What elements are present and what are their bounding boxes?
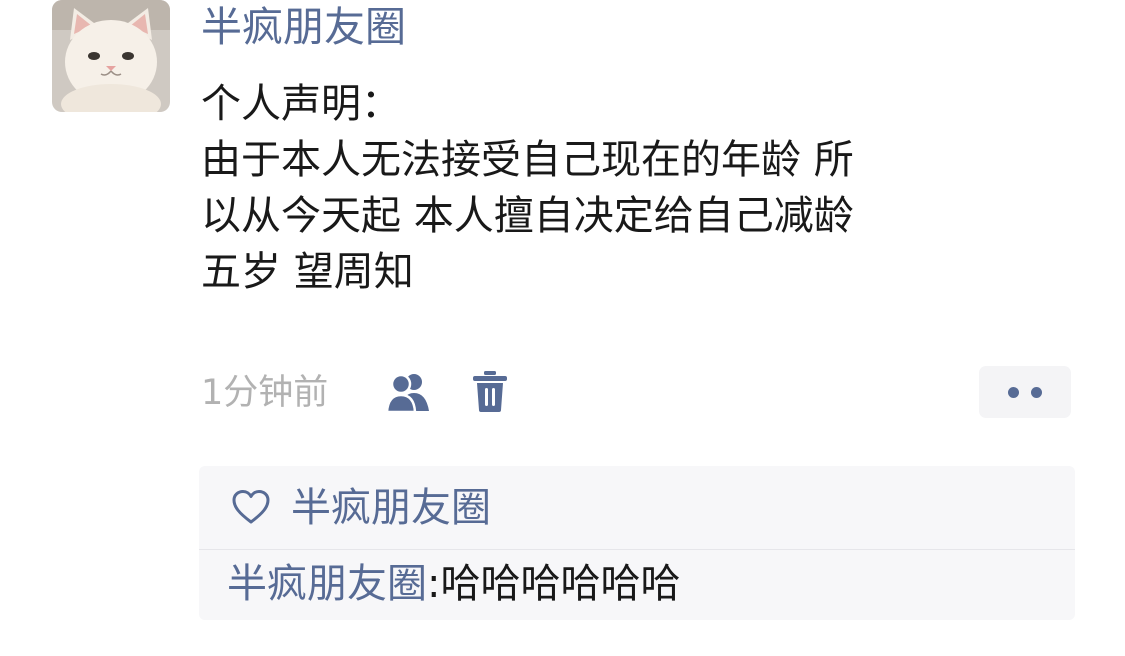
interaction-box: 半疯朋友圈 半疯朋友圈:哈哈哈哈哈哈 (199, 466, 1075, 620)
heart-icon (231, 489, 271, 525)
trash-icon[interactable] (471, 370, 509, 414)
post-text-line: 以从今天起 本人擅自决定给自己减龄 (201, 193, 854, 239)
avatar[interactable] (52, 0, 170, 112)
more-dot (1008, 387, 1019, 398)
friends-icon (385, 371, 433, 414)
post-text-line: 五岁 望周知 (201, 249, 414, 295)
more-dots-icon[interactable] (979, 366, 1071, 418)
more-dot (1031, 387, 1042, 398)
comment-separator: : (427, 561, 441, 607)
comment-item[interactable]: 半疯朋友圈:哈哈哈哈哈哈 (227, 559, 680, 609)
comment-text: 哈哈哈哈哈哈 (440, 561, 681, 607)
likes-row: 半疯朋友圈 (199, 466, 1075, 550)
post-content: 个人声明： 由于本人无法接受自己现在的年龄 所 以从今天起 本人擅自决定给自己减… (201, 76, 1061, 300)
like-user-name[interactable]: 半疯朋友圈 (291, 483, 491, 533)
post-meta-row: 1分钟前 (201, 366, 1071, 420)
post-author-name[interactable]: 半疯朋友圈 (201, 2, 406, 52)
cat-avatar-image (52, 0, 170, 112)
post-text-line: 由于本人无法接受自己现在的年龄 所 (201, 137, 854, 183)
post-timestamp: 1分钟前 (201, 373, 329, 413)
comment-author[interactable]: 半疯朋友圈 (227, 561, 427, 607)
post-text-line: 个人声明： (201, 81, 401, 127)
